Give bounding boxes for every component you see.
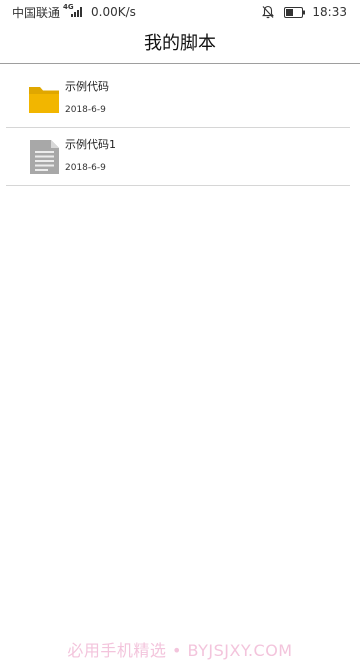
page-title: 我的脚本 [144, 33, 216, 54]
list-item[interactable]: 示例代码1 2018-6-9 [6, 128, 350, 186]
watermark-text: 必用手机精选 • BYJSJXY.COM [67, 641, 293, 660]
file-date: 2018-6-9 [65, 163, 106, 173]
status-left: 中国联通 4G 0.00K/s [12, 4, 136, 20]
folder-icon [28, 82, 60, 116]
signal-icon: 4G [63, 4, 85, 18]
status-right: 18:33 [262, 4, 347, 20]
file-date: 2018-6-9 [65, 105, 106, 115]
battery-icon [284, 6, 306, 18]
status-bar: 中国联通 4G 0.00K/s 18:33 [0, 0, 360, 24]
document-icon [28, 140, 60, 174]
mute-bell-icon [262, 5, 275, 19]
carrier-label: 中国联通 [12, 5, 61, 20]
file-name: 示例代码 [65, 80, 109, 93]
file-name: 示例代码1 [65, 138, 116, 151]
network-speed: 0.00K/s [91, 5, 136, 19]
clock: 18:33 [312, 5, 347, 19]
title-bar: 我的脚本 [0, 24, 360, 64]
file-list: 示例代码 2018-6-9 示例代码1 2018-6-9 [6, 70, 350, 186]
list-item[interactable]: 示例代码 2018-6-9 [6, 70, 350, 128]
